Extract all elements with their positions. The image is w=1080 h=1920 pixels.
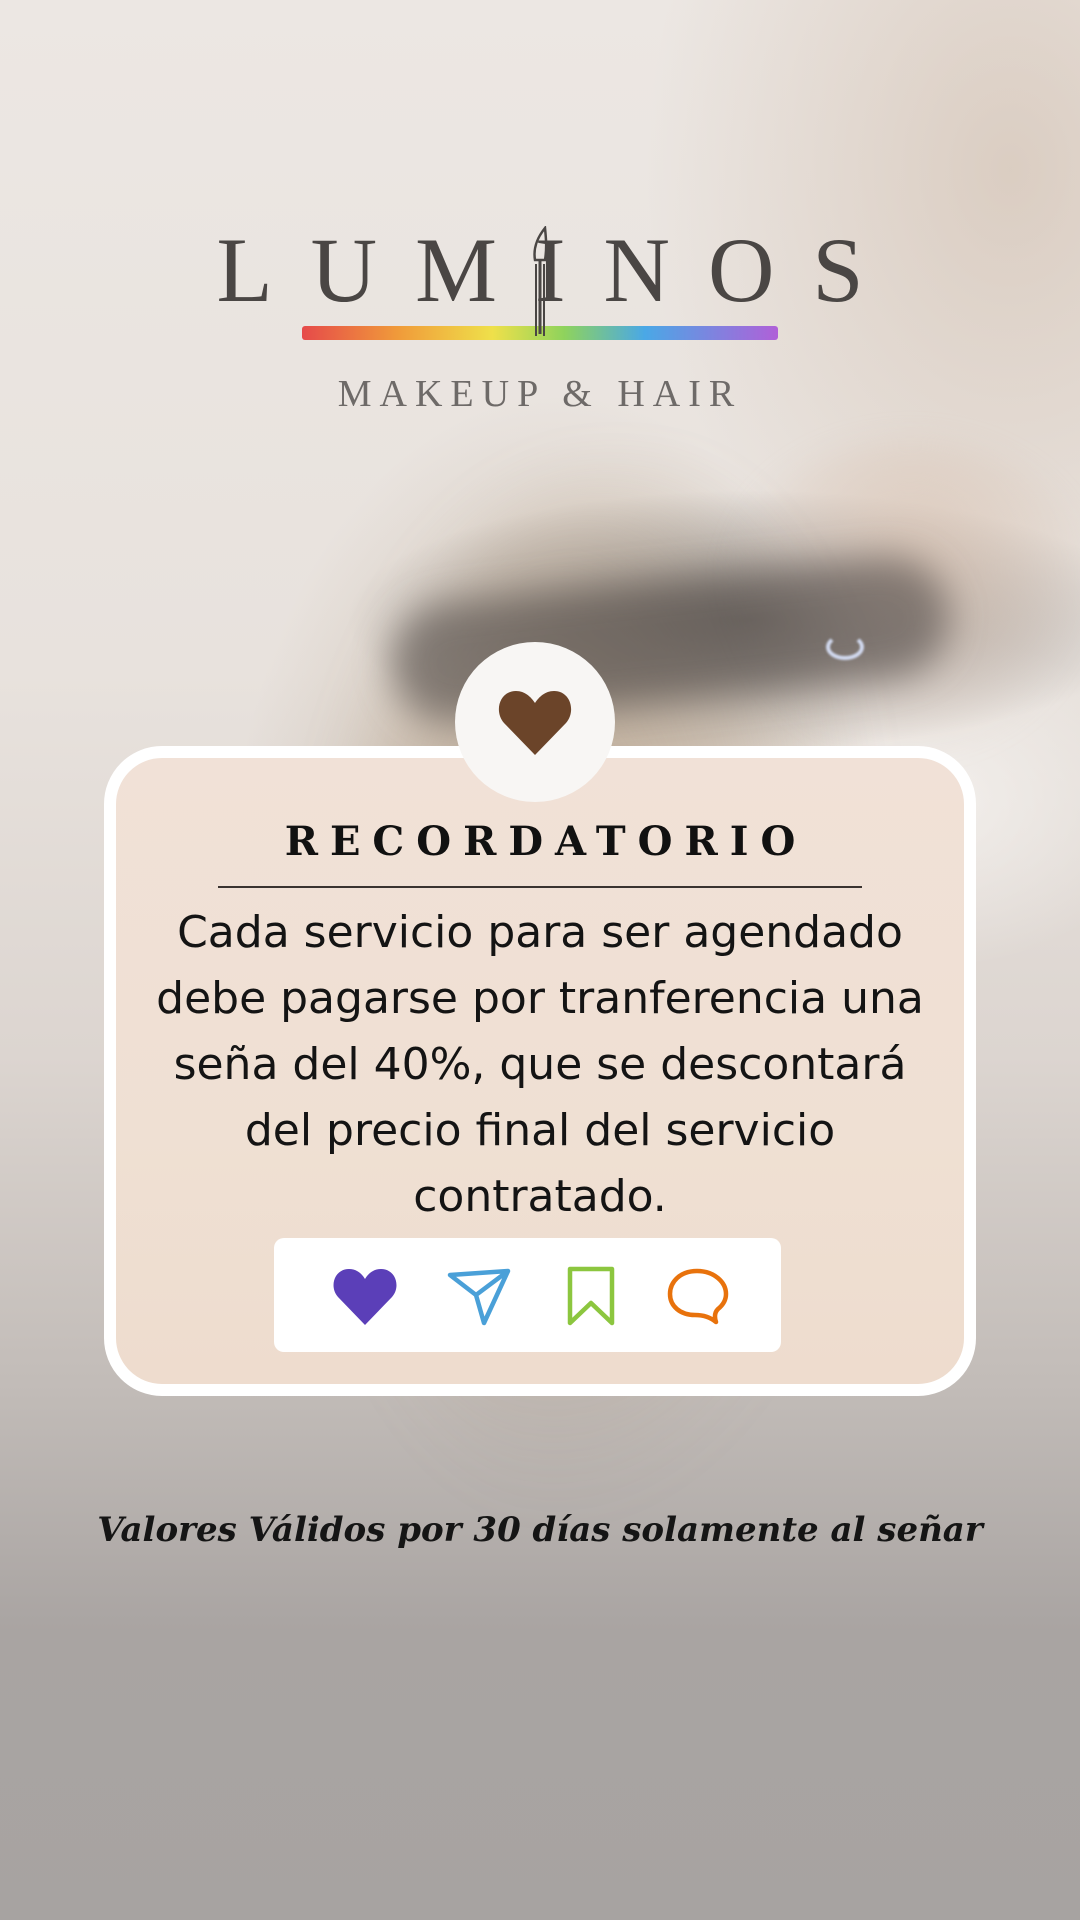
heart-icon[interactable] (332, 1265, 398, 1327)
heart-icon (498, 691, 572, 755)
card-body-text: Cada servicio para ser agendado debe pag… (156, 907, 924, 1222)
comment-icon[interactable] (664, 1265, 730, 1327)
validity-note: Valores Válidos por 30 días solamente al… (97, 1510, 983, 1550)
title-divider (218, 886, 862, 888)
send-icon[interactable] (446, 1265, 512, 1327)
action-icon-bar (274, 1238, 781, 1352)
bookmark-icon[interactable] (558, 1265, 624, 1327)
card-title: RECORDATORIO (284, 818, 808, 865)
reminder-card: RECORDATORIO Cada servicio para ser agen… (104, 746, 976, 1396)
heart-badge (455, 642, 615, 802)
brand-tagline: MAKEUP & HAIR (337, 373, 743, 415)
background-iron-light (826, 634, 864, 660)
brand-name: LUMINOS (216, 219, 902, 321)
brush-icon (533, 226, 548, 336)
